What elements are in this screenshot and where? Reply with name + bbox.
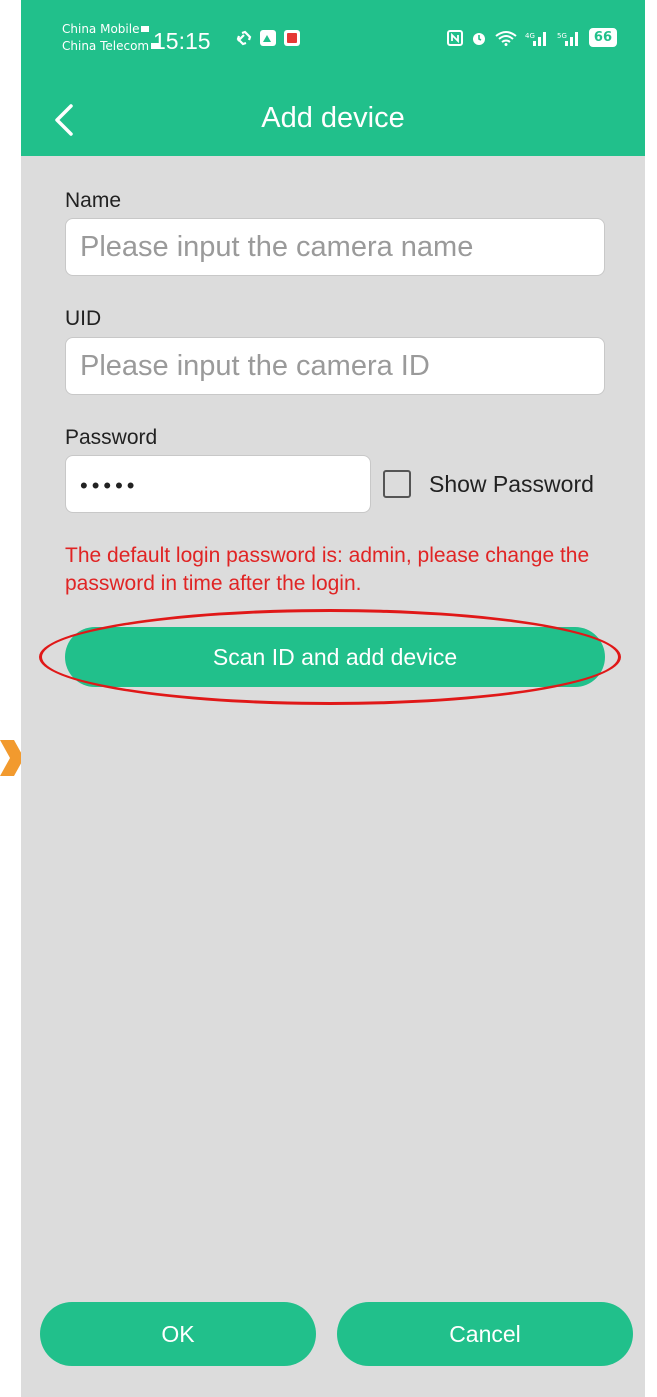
ok-button[interactable]: OK xyxy=(40,1302,316,1366)
camera-name-placeholder: Please input the camera name xyxy=(80,231,474,263)
camera-id-input[interactable]: Please input the camera ID xyxy=(65,337,605,395)
phone-screen: China Mobile China Telecom 15:15 4G 5G 6… xyxy=(21,0,645,1397)
ok-label: OK xyxy=(161,1320,195,1347)
uid-label: UID xyxy=(65,307,102,330)
password-label: Password xyxy=(65,426,158,449)
show-password-checkbox[interactable] xyxy=(383,470,411,498)
camera-id-placeholder: Please input the camera ID xyxy=(80,350,430,382)
wifi-icon xyxy=(495,30,517,46)
page-title: Add device xyxy=(261,102,405,134)
password-input[interactable]: ••••• xyxy=(65,455,371,513)
system-icons: 4G 5G 66 xyxy=(446,28,617,47)
status-bar: China Mobile China Telecom 15:15 4G 5G 6… xyxy=(21,0,645,84)
show-password-label: Show Password xyxy=(429,470,594,497)
status-time: 15:15 xyxy=(153,28,211,54)
app-notification-icon xyxy=(260,30,276,46)
scan-button-label: Scan ID and add device xyxy=(212,643,458,670)
red-app-notification-icon xyxy=(284,30,300,46)
carrier-2: China Telecom xyxy=(62,39,150,53)
alarm-icon xyxy=(472,32,485,45)
camera-name-input[interactable]: Please input the camera name xyxy=(65,218,605,276)
carrier-info: China Mobile China Telecom xyxy=(62,21,160,55)
default-password-warning: The default login password is: admin, pl… xyxy=(65,544,590,595)
show-password-toggle[interactable]: Show Password xyxy=(383,470,594,498)
battery-icon: 66 xyxy=(588,28,617,47)
password-value: ••••• xyxy=(80,473,139,498)
app-bar: Add device xyxy=(21,84,645,156)
carrier-1: China Mobile xyxy=(62,22,140,36)
notification-icons xyxy=(235,29,301,47)
scan-id-add-device-button[interactable]: Scan ID and add device xyxy=(65,627,605,687)
signal-4g-icon: 4G xyxy=(525,31,546,46)
svg-text:5G: 5G xyxy=(557,32,567,40)
svg-text:4G: 4G xyxy=(525,32,535,40)
cancel-label: Cancel xyxy=(449,1320,521,1347)
link-icon xyxy=(236,30,252,46)
sim-icon xyxy=(141,26,150,32)
signal-5g-icon: 5G xyxy=(557,31,578,46)
name-label: Name xyxy=(65,189,122,212)
cancel-button[interactable]: Cancel xyxy=(337,1302,633,1366)
nfc-icon xyxy=(446,29,463,46)
